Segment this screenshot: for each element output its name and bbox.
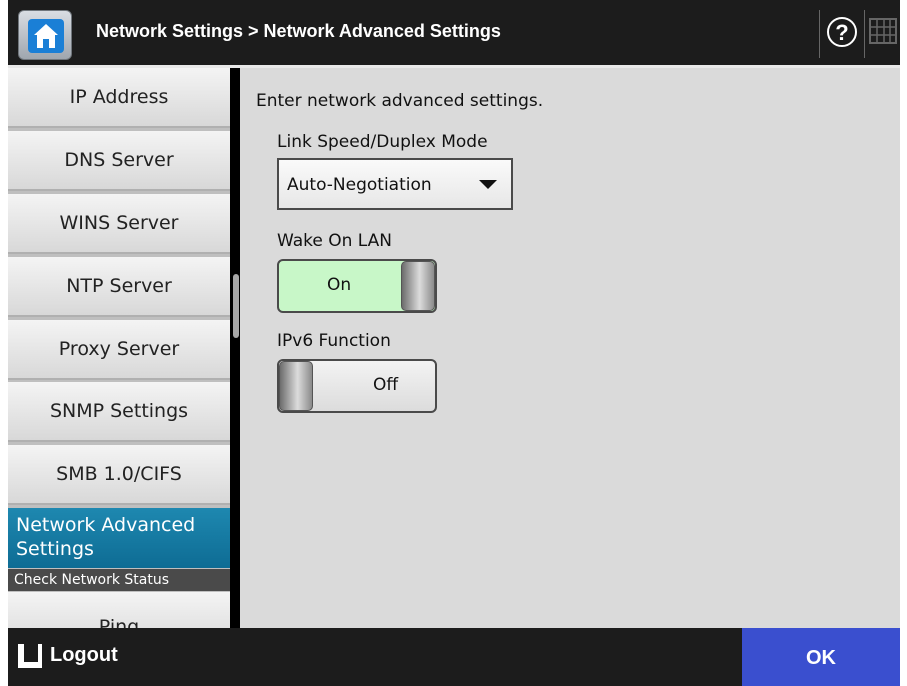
sidebar-item-label: Ping — [98, 616, 140, 628]
wake-on-lan-toggle[interactable]: On — [277, 259, 437, 313]
link-speed-value: Auto-Negotiation — [287, 175, 432, 195]
sidebar-item-proxy-server[interactable]: Proxy Server — [8, 320, 230, 380]
ipv6-function-state: Off — [373, 375, 399, 395]
instruction-text: Enter network advanced settings. — [256, 91, 544, 111]
sidebar-item-ip-address[interactable]: IP Address — [8, 68, 230, 128]
sidebar-item-ntp-server[interactable]: NTP Server — [8, 257, 230, 317]
sidebar: IP Address DNS Server WINS Server NTP Se… — [8, 68, 230, 628]
sidebar-item-label: Network Advanced Settings — [16, 514, 196, 560]
header-bar: Network Settings > Network Advanced Sett… — [8, 0, 900, 68]
breadcrumb: Network Settings > Network Advanced Sett… — [96, 21, 501, 41]
ipv6-function-toggle[interactable]: Off — [277, 359, 437, 413]
keyboard-icon — [869, 18, 897, 44]
sidebar-item-dns-server[interactable]: DNS Server — [8, 131, 230, 191]
wake-on-lan-label: Wake On LAN — [277, 231, 393, 251]
ipv6-function-label: IPv6 Function — [277, 331, 391, 351]
sidebar-item-snmp-settings[interactable]: SNMP Settings — [8, 382, 230, 442]
sidebar-item-smb-cifs[interactable]: SMB 1.0/CIFS — [8, 445, 230, 505]
sidebar-section-header: Check Network Status — [8, 569, 230, 591]
sidebar-scrollbar-track[interactable] — [230, 68, 240, 628]
sidebar-item-label: DNS Server — [64, 149, 174, 171]
home-button[interactable] — [18, 10, 72, 60]
sidebar-scrollbar-thumb[interactable] — [233, 274, 239, 338]
sidebar-item-ping[interactable]: Ping — [8, 592, 230, 628]
toggle-knob[interactable] — [279, 361, 313, 411]
home-icon — [28, 19, 64, 53]
logout-button[interactable]: Logout — [8, 628, 158, 686]
sidebar-item-label: Proxy Server — [58, 338, 180, 360]
link-speed-label: Link Speed/Duplex Mode — [277, 132, 488, 152]
chevron-down-icon — [479, 180, 497, 189]
sidebar-item-wins-server[interactable]: WINS Server — [8, 194, 230, 254]
logout-icon — [18, 644, 42, 668]
link-speed-dropdown[interactable]: Auto-Negotiation — [277, 158, 513, 210]
sidebar-item-label: WINS Server — [59, 212, 179, 234]
toggle-knob[interactable] — [401, 261, 435, 311]
keyboard-button[interactable] — [868, 16, 898, 46]
settings-panel: Enter network advanced settings. Link Sp… — [240, 68, 900, 628]
help-icon: ? — [827, 17, 857, 47]
help-button[interactable]: ? — [819, 10, 865, 58]
footer-bar: Logout OK — [8, 628, 900, 686]
wake-on-lan-state: On — [327, 275, 352, 295]
app-window: Network Settings > Network Advanced Sett… — [8, 0, 900, 686]
sidebar-item-label: SMB 1.0/CIFS — [56, 463, 182, 485]
sidebar-item-label: IP Address — [69, 86, 169, 108]
sidebar-item-label: NTP Server — [66, 275, 172, 297]
ok-button[interactable]: OK — [742, 628, 900, 686]
sidebar-item-label: SNMP Settings — [49, 400, 189, 422]
sidebar-item-network-advanced-settings[interactable]: Network Advanced Settings — [8, 508, 230, 568]
logout-label: Logout — [50, 644, 118, 666]
